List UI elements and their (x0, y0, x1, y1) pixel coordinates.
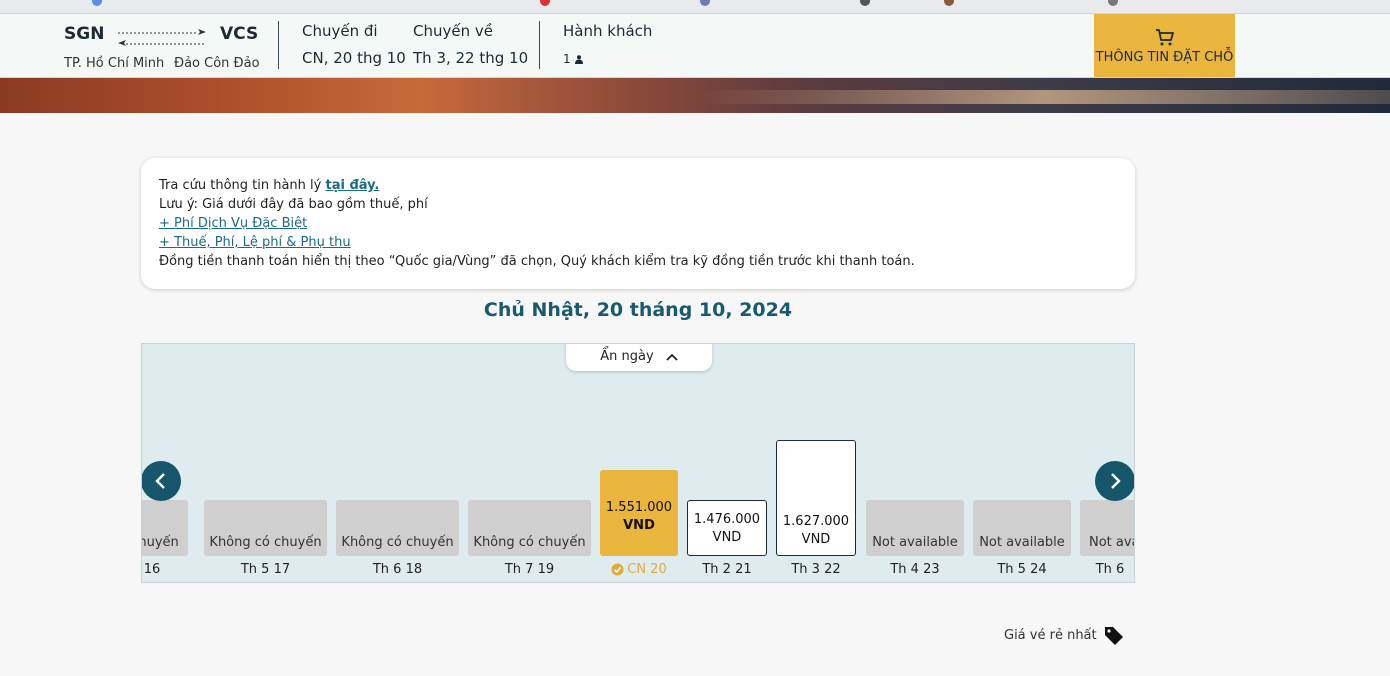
day-label-selected: CN 20 (600, 562, 678, 577)
cheapest-fare-label: Giá vé rẻ nhất (1004, 627, 1097, 643)
depart-date: CN, 20 thg 10 (302, 49, 406, 67)
header-divider (539, 21, 540, 69)
browser-bookmark-bar (0, 0, 1390, 14)
header-divider (278, 21, 279, 69)
booking-info-button[interactable]: THÔNG TIN ĐẶT CHỖ (1094, 14, 1235, 77)
route-summary: SGN VCS TP. Hồ Chí Minh Đảo Côn Đảo (64, 20, 264, 72)
fare-price: Không có chuyến (473, 535, 586, 550)
fare-day-23[interactable]: Not available (866, 500, 964, 556)
fare-price: chuyến (142, 535, 179, 550)
fare-currency: VND (623, 518, 655, 533)
fare-info-card: Tra cứu thông tin hành lý tại đây. Lưu ý… (141, 158, 1135, 289)
fare-price: Not available (979, 535, 1065, 550)
passenger-label: Hành khách (563, 22, 653, 40)
day-label: Th 3 22 (791, 562, 841, 577)
day-label: Th 5 17 (240, 562, 291, 577)
prev-dates-button[interactable] (142, 461, 181, 501)
passenger-count-value: 1 (563, 52, 571, 66)
day-label: Th 7 19 (504, 562, 555, 577)
fare-day-18[interactable]: Không có chuyến (336, 500, 459, 556)
day-label: Th 4 23 (890, 562, 940, 577)
return-date: Th 3, 22 thg 10 (413, 49, 529, 67)
day-label: Th 5 24 (997, 562, 1047, 577)
fare-day-19[interactable]: Không có chuyến (468, 500, 591, 556)
booking-info-label: THÔNG TIN ĐẶT CHỖ (1095, 49, 1234, 65)
cart-icon (1155, 28, 1174, 45)
depart-label: Chuyến đi (302, 22, 378, 40)
fare-currency: VND (712, 530, 742, 545)
fare-price: Không có chuyến (341, 535, 454, 550)
fare-day-25[interactable]: Not ava (1080, 500, 1135, 556)
passenger-count: 1 (563, 52, 583, 66)
fare-day-22[interactable]: 1.627.000 VND (776, 440, 856, 556)
cheapest-fare-legend: Giá vé rẻ nhất (1004, 624, 1125, 646)
fare-day-20-selected[interactable]: 1.551.000 VND (600, 470, 678, 556)
chevron-up-icon (666, 353, 678, 361)
fare-price: Not available (872, 535, 958, 550)
fare-currency: VND (801, 532, 831, 547)
fare-price: Not ava (1089, 535, 1135, 550)
baggage-info-link[interactable]: tại đây. (326, 178, 380, 193)
baggage-text: Tra cứu thông tin hành lý (159, 178, 322, 193)
chevron-left-icon (155, 473, 165, 489)
hero-banner-image (0, 78, 1390, 113)
destination-city: Đảo Côn Đảo (174, 56, 260, 71)
fare-day-24[interactable]: Not available (973, 500, 1071, 556)
fare-day-21[interactable]: 1.476.000 VND (687, 500, 767, 556)
price-tag-icon (1104, 627, 1123, 645)
person-icon (574, 54, 583, 64)
next-dates-button[interactable] (1095, 461, 1134, 501)
destination-code: VCS (220, 24, 259, 44)
baggage-line: Tra cứu thông tin hành lý tại đây. (159, 176, 1117, 195)
selected-date-title: Chủ Nhật, 20 tháng 10, 2024 (483, 299, 793, 321)
currency-note: Đồng tiền thanh toán hiển thị theo “Quốc… (159, 254, 915, 269)
flight-summary-header: SGN VCS TP. Hồ Chí Minh Đảo Côn Đảo Chuy… (0, 14, 1390, 78)
day-label: 16 (143, 562, 161, 577)
origin-code: SGN (64, 24, 105, 44)
tax-fee-link[interactable]: + Thuế, Phí, Lệ phí & Phụ thu (159, 235, 351, 250)
day-label: Th 6 18 (372, 562, 423, 577)
hide-dates-label: Ẩn ngày (600, 349, 654, 364)
fare-price: Không có chuyến (209, 535, 322, 550)
fare-note: Lưu ý: Giá dưới đây đã bao gồm thuế, phí (159, 197, 428, 212)
fare-day-16[interactable]: chuyến (142, 500, 188, 556)
day-label: Th 6 (1095, 562, 1125, 577)
return-label: Chuyến về (413, 22, 493, 40)
origin-city: TP. Hồ Chí Minh (64, 56, 165, 71)
chevron-right-icon (1111, 473, 1121, 489)
hide-dates-toggle[interactable]: Ẩn ngày (566, 344, 712, 371)
fare-price: 1.627.000 (782, 514, 850, 529)
fare-calendar: Ẩn ngày chuyến 16 Không có chuyến Th 5 1… (141, 343, 1135, 583)
day-label-text: CN 20 (627, 562, 667, 577)
fare-price: 1.551.000 (605, 500, 673, 515)
special-service-fee-link[interactable]: + Phí Dịch Vụ Đặc Biệt (159, 216, 307, 231)
check-circle-icon (611, 563, 624, 576)
fare-day-17[interactable]: Không có chuyến (204, 500, 327, 556)
round-trip-plane-icon (118, 29, 206, 46)
day-label: Th 2 21 (702, 562, 752, 577)
fare-price: 1.476.000 (693, 512, 761, 527)
